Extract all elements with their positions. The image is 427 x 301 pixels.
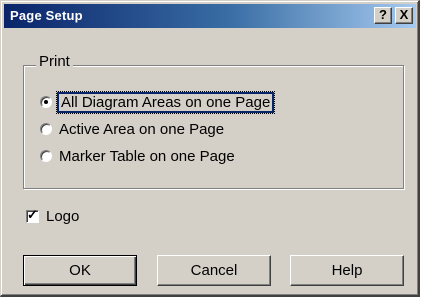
window-title: Page Setup [10,8,83,23]
ok-button[interactable]: OK [23,255,137,286]
checkmark-icon: ✓ [27,206,38,222]
help-button[interactable]: Help [290,255,404,286]
radio-all-diagram-areas[interactable]: All Diagram Areas on one Page [40,90,276,114]
radio-button[interactable] [40,150,52,162]
radio-button-selected[interactable] [40,96,52,108]
print-group-label: Print [36,53,73,70]
help-title-button[interactable]: ? [374,7,392,24]
logo-checkbox-row[interactable]: ✓ Logo [26,206,79,226]
radio-label-marker-table[interactable]: Marker Table on one Page [59,148,235,165]
close-button[interactable]: X [395,7,413,24]
logo-checkbox[interactable]: ✓ [26,206,39,223]
cancel-button[interactable]: Cancel [157,255,271,286]
title-bar[interactable]: Page Setup ? X [4,4,416,28]
radio-label-active-area[interactable]: Active Area on one Page [59,121,224,138]
radio-label-all-diagram-areas[interactable]: All Diagram Areas on one Page [55,90,276,114]
radio-active-area[interactable]: Active Area on one Page [40,119,224,139]
radio-marker-table[interactable]: Marker Table on one Page [40,146,235,166]
logo-checkbox-label[interactable]: Logo [46,208,79,225]
page-setup-dialog: Page Setup ? X Print All Diagram Areas o… [0,0,420,297]
radio-button[interactable] [40,123,52,135]
